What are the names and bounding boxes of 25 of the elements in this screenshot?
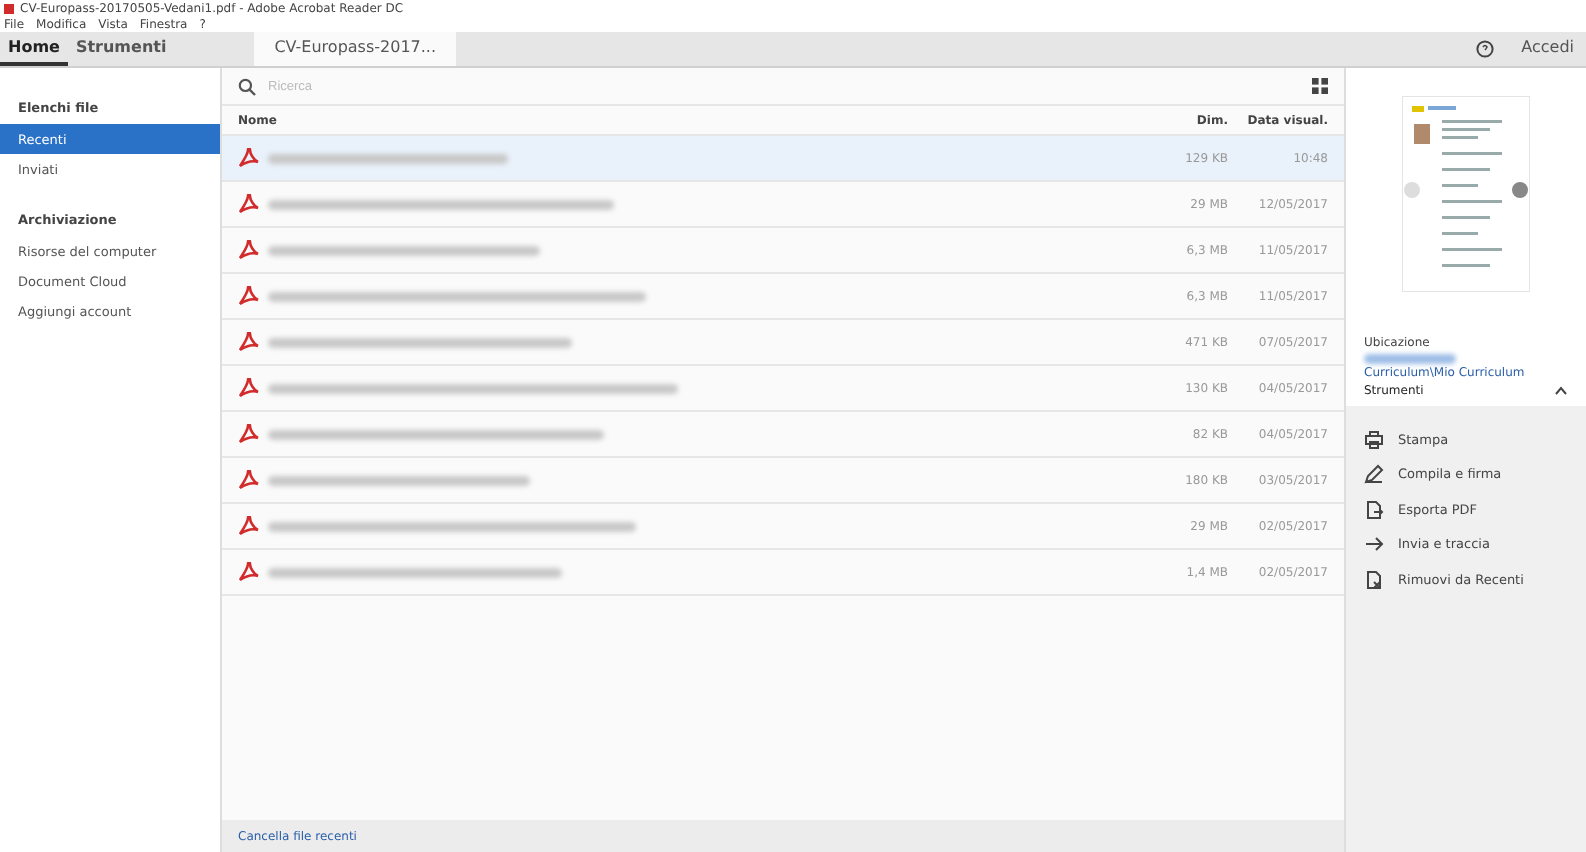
help-icon[interactable] <box>1475 40 1494 58</box>
pen-icon <box>1364 464 1384 485</box>
grid-view-icon[interactable] <box>1312 78 1328 94</box>
pdf-icon <box>238 332 260 352</box>
chevron-up-icon[interactable] <box>1554 386 1568 396</box>
arrow-icon <box>1364 534 1384 555</box>
pdf-icon <box>238 378 260 398</box>
pdf-icon <box>238 562 260 582</box>
pdf-icon <box>238 286 260 306</box>
printer-icon <box>1364 429 1384 450</box>
pdf-icon <box>238 148 260 168</box>
sign-in-link[interactable]: Accedi <box>1513 38 1582 60</box>
document-remove-icon <box>1364 569 1384 590</box>
tab[interactable]: Strumenti <box>67 32 175 66</box>
pdf-icon <box>238 240 260 260</box>
pdf-icon <box>238 516 260 536</box>
tab[interactable]: Home <box>0 32 68 66</box>
search-icon <box>238 77 256 95</box>
pdf-icon <box>238 424 260 444</box>
app-icon <box>4 3 14 13</box>
pdf-icon <box>238 470 260 490</box>
pdf-icon <box>238 194 260 214</box>
blurred-path <box>1364 354 1456 364</box>
document-export-icon <box>1364 499 1384 520</box>
tab[interactable]: CV-Europass-2017... <box>254 32 457 66</box>
